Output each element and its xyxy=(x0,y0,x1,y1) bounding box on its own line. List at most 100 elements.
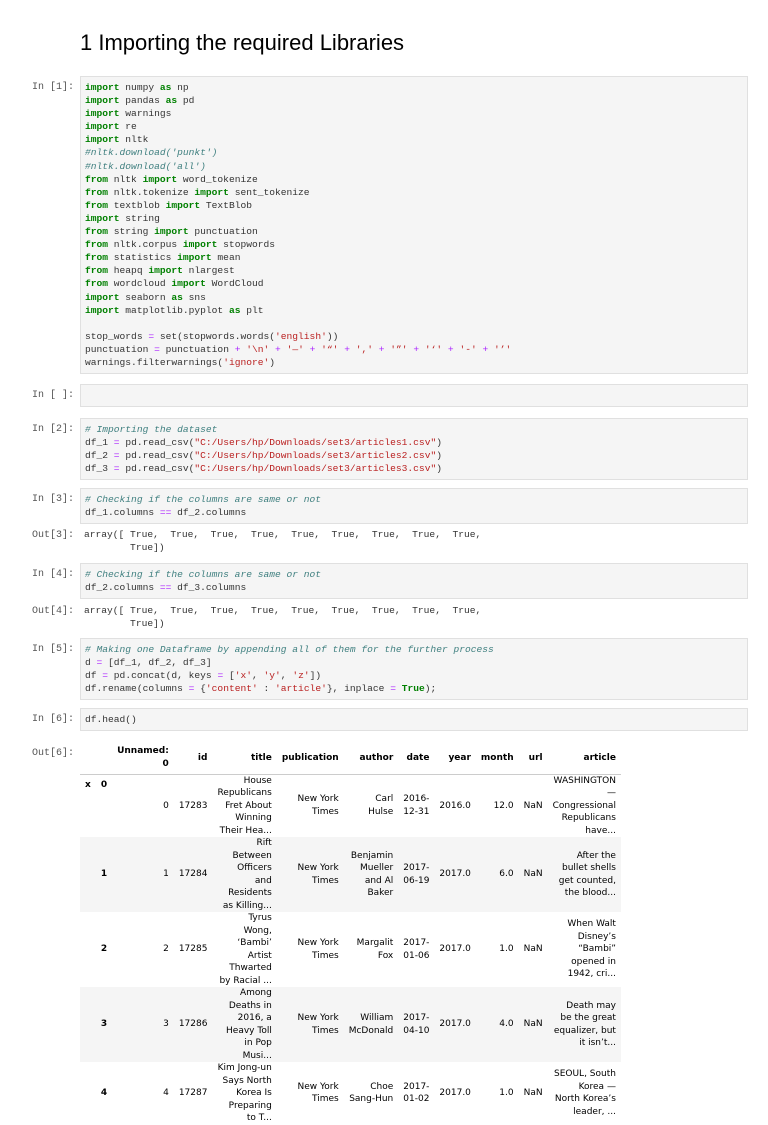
code-editor[interactable]: # Checking if the columns are same or no… xyxy=(80,563,748,600)
code-line: import seaborn as sns xyxy=(85,291,206,303)
column-header xyxy=(80,742,96,774)
table-cell: Choe Sang-Hun xyxy=(349,1081,394,1105)
code-line: punctuation = punctuation + '\n' + '—' +… xyxy=(85,343,512,355)
code-line: import warnings xyxy=(85,108,172,120)
column-header xyxy=(96,742,112,774)
row-index: 0 xyxy=(100,779,108,790)
code-line: df = pd.concat(d, keys = ['x', 'y', 'z']… xyxy=(85,670,322,682)
row-index xyxy=(80,837,96,912)
input-prompt: In [2]: xyxy=(31,424,74,435)
code-line: from heapq import nlargest xyxy=(85,265,235,277)
table-cell: NaN xyxy=(523,1088,543,1098)
code-line: from nltk.tokenize import sent_tokenize xyxy=(85,186,310,198)
table-cell: 2017-06-19 xyxy=(403,863,430,886)
table-cell: New York Times xyxy=(297,938,339,961)
code-line: import string xyxy=(85,212,160,224)
table-cell: 17286 xyxy=(178,1019,208,1030)
code-editor[interactable]: # Making one Dataframe by appending all … xyxy=(80,638,748,701)
table-cell: 2016.0 xyxy=(439,800,471,811)
code-line: import pandas as pd xyxy=(85,95,195,107)
output-text: array([ True, True, True, True, True, Tr… xyxy=(84,529,482,554)
row-index: 1 xyxy=(100,869,108,880)
table-cell: New York Times xyxy=(297,794,339,817)
table-cell: Carl Hulse xyxy=(368,794,394,817)
input-prompt: In [ ]: xyxy=(31,390,74,401)
column-header: title xyxy=(250,752,272,763)
row-index xyxy=(80,987,96,1062)
code-line: df_1.columns == df_2.columns xyxy=(85,507,247,519)
code-line: import matplotlib.pyplot as plt xyxy=(85,304,264,316)
table-cell: 1 xyxy=(163,869,169,880)
code-line: #nltk.download('all') xyxy=(85,160,206,172)
column-header: article xyxy=(583,752,616,763)
code-line: stop_words = set(stopwords.words('englis… xyxy=(85,330,339,342)
table-cell: Death may be the great equalizer, but it… xyxy=(553,1000,616,1049)
code-line: from statistics import mean xyxy=(85,252,241,264)
code-line: warnings.filterwarnings('ignore') xyxy=(85,356,276,368)
code-line: df.rename(columns = {'content' : 'articl… xyxy=(85,683,437,695)
input-prompt: In [5]: xyxy=(31,644,74,655)
column-header: url xyxy=(528,752,543,763)
section-heading: 1 Importing the required Libraries xyxy=(80,30,405,55)
table-cell: Rift Between Officers and Residents as K… xyxy=(222,838,272,911)
input-prompt: In [6]: xyxy=(31,714,74,725)
column-header: date xyxy=(406,752,430,763)
table-cell: 2017.0 xyxy=(439,869,471,880)
table-cell: Tyrus Wong, ‘Bambi’ Artist Thwarted by R… xyxy=(219,913,272,986)
code-line: from string import punctuation xyxy=(85,226,258,238)
table-cell: Among Deaths in 2016, a Heavy Toll in Po… xyxy=(226,988,272,1061)
code-line: from textblob import TextBlob xyxy=(85,199,252,211)
code-editor[interactable]: import numpy as np import pandas as pd imp… xyxy=(80,76,748,375)
table-cell: 2017-01-02 xyxy=(403,1081,430,1105)
code-editor[interactable]: # Checking if the columns are same or no… xyxy=(80,488,748,525)
table-cell: NaN xyxy=(523,944,543,955)
table-cell: NaN xyxy=(523,869,543,880)
table-cell: 2017.0 xyxy=(439,1088,471,1098)
row-index: 4 xyxy=(100,1088,108,1098)
row-index xyxy=(80,912,96,987)
table-cell: House Republicans Fret About Winning The… xyxy=(217,775,272,836)
table-cell: SEOUL, South Korea — North Korea’s leade… xyxy=(553,1069,616,1117)
code-line: # Checking if the columns are same or no… xyxy=(85,494,322,505)
table-cell: 12.0 xyxy=(493,800,514,811)
table-cell: 6.0 xyxy=(499,869,514,880)
table-cell: 2017.0 xyxy=(439,1019,471,1030)
code-editor[interactable]: # Importing the dataset df_1 = pd.read_cs… xyxy=(80,418,748,481)
table-cell: NaN xyxy=(523,800,543,811)
row-index: x xyxy=(85,779,91,790)
table-cell: New York Times xyxy=(297,1081,339,1105)
row-index: 2 xyxy=(100,944,108,955)
code-line: # Importing the dataset xyxy=(85,424,218,435)
table-cell: 17283 xyxy=(178,800,208,811)
table-cell: 2016-12-31 xyxy=(403,794,430,817)
table-cell: Margalit Fox xyxy=(356,938,394,961)
column-header: month xyxy=(480,752,514,763)
input-prompt: In [4]: xyxy=(31,569,74,580)
code-line: import numpy as np xyxy=(85,82,189,93)
table-cell: 2017-04-10 xyxy=(403,1013,430,1036)
row-index xyxy=(80,1062,96,1125)
output-text: array([ True, True, True, True, True, Tr… xyxy=(84,605,482,630)
table-cell: 0 xyxy=(163,800,169,811)
code-line: df_2 = pd.read_csv("C:/Users/hp/Download… xyxy=(85,450,442,462)
code-line: # Making one Dataframe by appending all … xyxy=(85,644,494,655)
code-editor[interactable] xyxy=(80,384,748,408)
table-row: 2 2 17285 Tyrus Wong, ‘Bambi’ Artist Thwart… xyxy=(80,912,621,987)
code-line: df_2.columns == df_3.columns xyxy=(85,582,247,594)
table-cell: 17284 xyxy=(178,869,208,880)
dataframe-table: Unnamed: 0 id title publication author date ye… xyxy=(80,742,621,1125)
table-cell: 4 xyxy=(163,1088,169,1098)
table-cell: When Walt Disney’s “Bambi” opened in 194… xyxy=(567,919,616,980)
table-cell: Benjamin Mueller and Al Baker xyxy=(350,850,394,899)
table-cell: 3 xyxy=(163,1019,169,1030)
code-line: from wordcloud import WordCloud xyxy=(85,278,264,290)
table-cell: 1.0 xyxy=(499,1088,514,1098)
output-prompt: Out[4]: xyxy=(31,606,74,617)
table-cell: 17287 xyxy=(178,1088,208,1098)
column-header: Unnamed: 0 xyxy=(117,746,169,769)
column-header: year xyxy=(448,752,471,763)
table-row: 3 3 17286 Among Deaths in 2016, a Heavy Tol… xyxy=(80,987,621,1062)
code-editor[interactable]: df.head() xyxy=(80,708,748,732)
